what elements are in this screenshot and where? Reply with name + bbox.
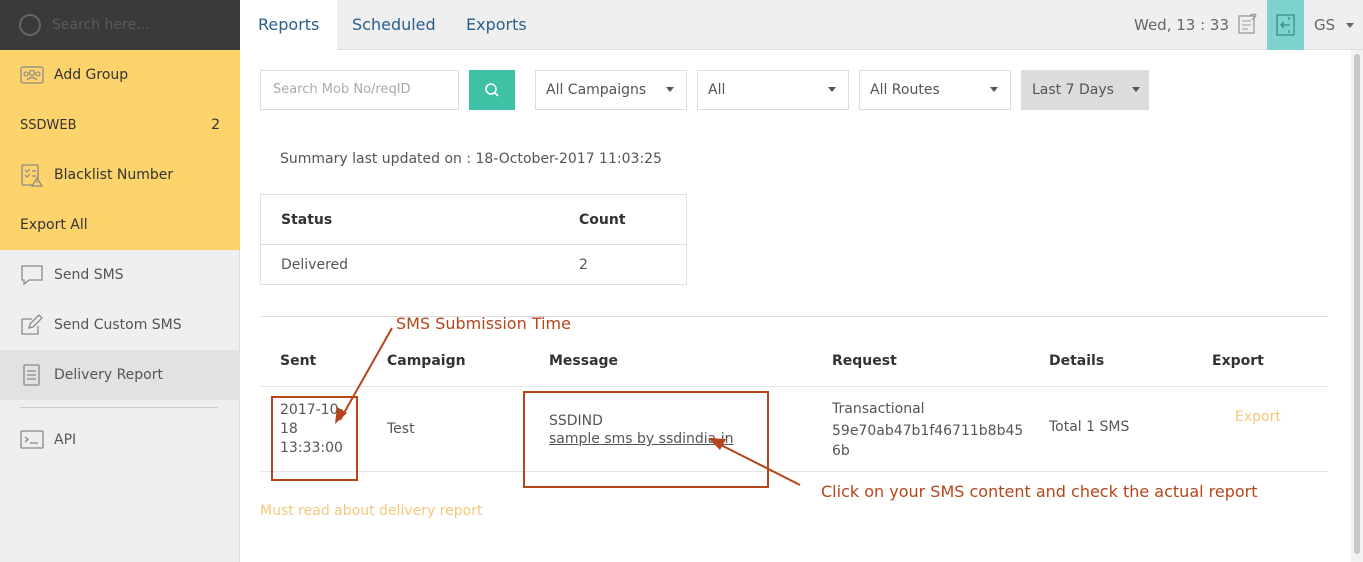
annotation-arrows [335,327,801,486]
annotation-click-content: Click on your SMS content and check the … [821,482,1258,501]
vertical-scrollbar[interactable] [1351,50,1363,562]
arrow-head [708,438,726,450]
arrow-line [339,327,393,421]
annotation-submission-time: SMS Submission Time [396,314,571,333]
scrollbar-thumb[interactable] [1354,54,1360,554]
arrow-line [714,441,801,486]
